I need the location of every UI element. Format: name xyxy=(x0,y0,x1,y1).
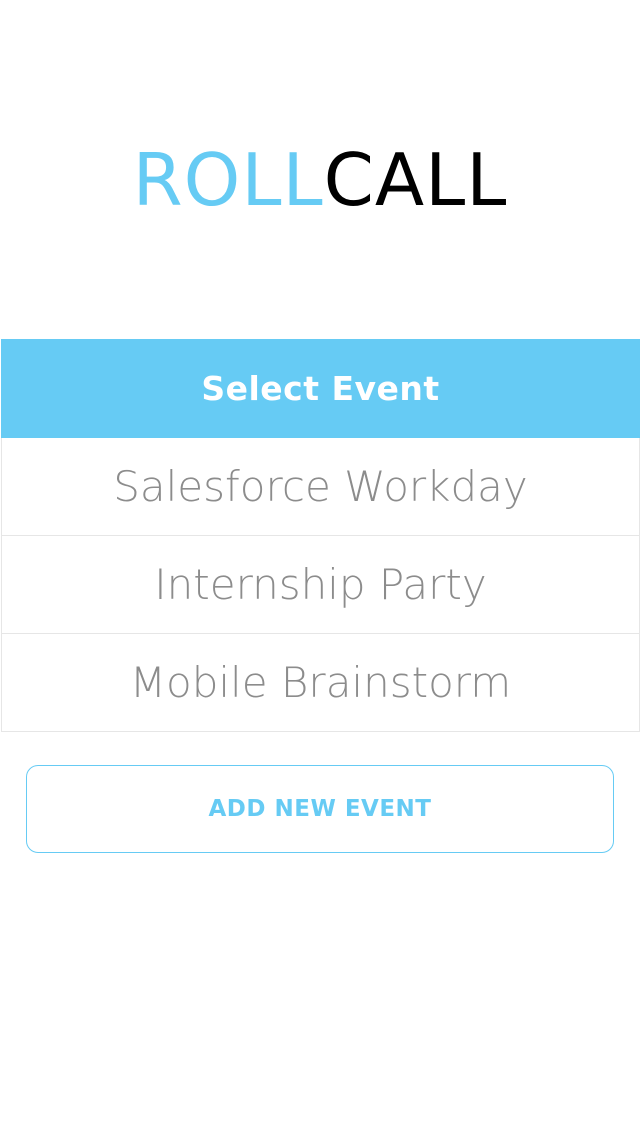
event-row-mobile-brainstorm[interactable]: Mobile Brainstorm xyxy=(1,634,640,732)
logo-call-text: CALL xyxy=(323,138,508,222)
event-row-internship-party[interactable]: Internship Party xyxy=(1,536,640,634)
add-new-event-button[interactable]: ADD NEW EVENT xyxy=(26,765,614,853)
event-row-salesforce-workday[interactable]: Salesforce Workday xyxy=(1,438,640,536)
app-logo: ROLLCALL xyxy=(0,138,640,222)
event-list: Select Event Salesforce Workday Internsh… xyxy=(1,339,640,732)
logo-roll-text: ROLL xyxy=(132,138,324,222)
screen: ROLLCALL Select Event Salesforce Workday… xyxy=(0,0,640,1136)
event-list-header: Select Event xyxy=(1,339,640,438)
